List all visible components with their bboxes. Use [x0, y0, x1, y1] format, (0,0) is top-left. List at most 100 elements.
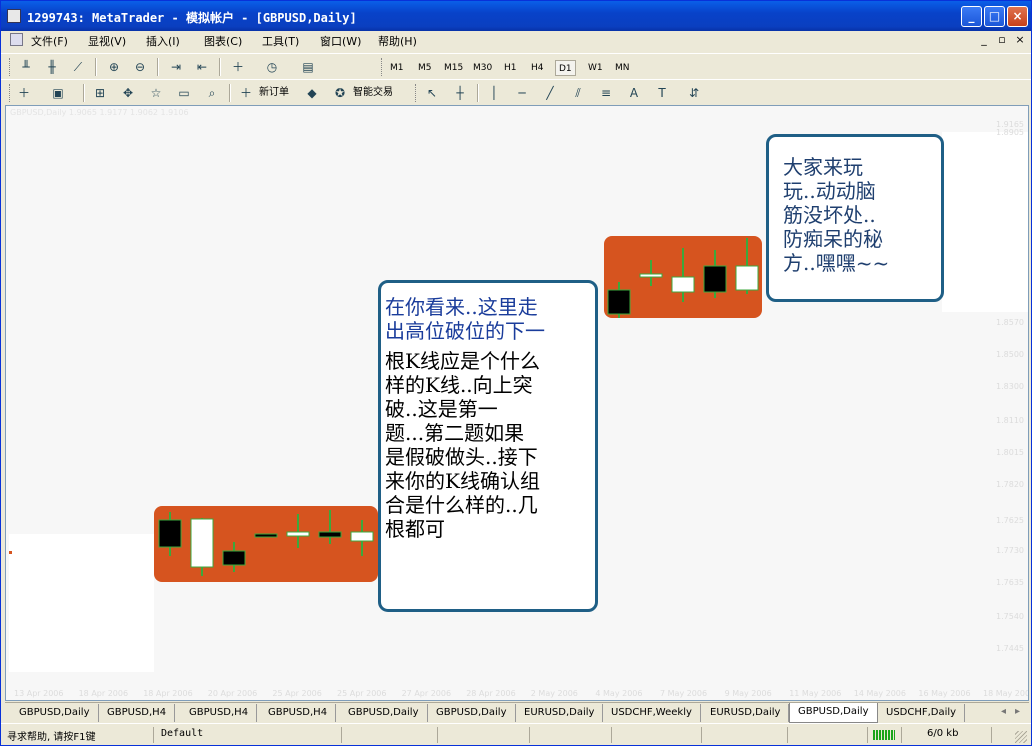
favorites-star-icon[interactable]: ☆ [147, 85, 165, 101]
date-label: 9 May 2006 [724, 689, 772, 698]
text-tool-icon[interactable]: A [625, 85, 643, 101]
menu-file[interactable]: 文件(F) [31, 33, 68, 49]
chart-tab[interactable]: EURUSD,Daily [516, 704, 604, 722]
date-label: 4 May 2006 [595, 689, 643, 698]
menu-insert[interactable]: 插入(I) [146, 33, 180, 49]
timeframe-m1[interactable]: M1 [387, 60, 407, 76]
expert-advisors-button[interactable]: 智能交易 [353, 86, 393, 100]
chart-tab[interactable]: GBPUSD,Daily [11, 704, 99, 722]
menu-window[interactable]: 窗口(W) [320, 33, 361, 49]
tab-scroll-left-icon[interactable]: ◂ [1001, 706, 1006, 717]
close-button[interactable]: × [1007, 6, 1028, 27]
chart-tab[interactable]: USDCHF,Weekly [603, 704, 701, 722]
status-bar: 寻求帮助, 请按F1键 Default 6/0 kb [1, 723, 1031, 745]
menu-tools[interactable]: 工具(T) [262, 33, 299, 49]
question-line-5: 破..这是第一 [385, 397, 498, 421]
label-tool-icon[interactable]: T [653, 85, 671, 101]
chart-tab[interactable]: USDCHF,Daily [878, 704, 966, 722]
cursor-icon[interactable]: ↖ [423, 85, 441, 101]
market-watch-icon[interactable]: ⊞ [91, 85, 109, 101]
fun-line-4: 防痴呆的秘 [783, 227, 883, 251]
mdi-restore-button[interactable]: ▫ [995, 33, 1009, 46]
periods-clock-icon[interactable]: ◷ [263, 59, 281, 75]
chart-canvas[interactable]: GBPUSD,Daily 1.9065 1.9177 1.9062 1.9106… [5, 105, 1029, 701]
chart-tab[interactable]: GBPUSD,Daily [428, 704, 516, 722]
indicators-icon[interactable]: ＋ [229, 59, 247, 75]
timeframe-m15[interactable]: M15 [441, 60, 466, 76]
horizontal-line-icon[interactable]: ─ [513, 85, 531, 101]
fun-line-5: 方..嘿嘿~~ [783, 251, 890, 275]
toolbar-grip[interactable] [9, 58, 12, 76]
vertical-line-icon[interactable]: │ [485, 85, 503, 101]
price-label: 1.7820 [996, 480, 1024, 489]
date-label: 20 Apr 2006 [207, 689, 258, 698]
status-help-text: 寻求帮助, 请按F1键 [7, 732, 96, 743]
candlestick-icon[interactable]: ╫ [43, 59, 61, 75]
question-line-8: 来你的K线确认组 [385, 469, 540, 493]
arrows-tool-icon[interactable]: ⇵ [685, 85, 703, 101]
profiles-icon[interactable]: ▣ [49, 85, 67, 101]
date-label: 18 Apr 2006 [78, 689, 129, 698]
chart-tab[interactable]: GBPUSD,Daily [789, 703, 878, 723]
chart-overlay-white-left [9, 534, 154, 672]
expert-advisor-icon[interactable]: ✪ [331, 85, 349, 101]
resize-grip-icon[interactable] [1015, 731, 1027, 743]
fibonacci-icon[interactable]: ≡ [597, 85, 615, 101]
new-chart-icon[interactable]: ＋ [15, 85, 33, 101]
price-label: 1.7730 [996, 546, 1024, 555]
date-label: 25 Apr 2006 [337, 689, 387, 698]
mdi-minimize-button[interactable]: _ [977, 33, 991, 46]
date-label: 11 May 2006 [789, 689, 842, 698]
timeframe-d1[interactable]: D1 [555, 60, 576, 76]
timeframe-h4[interactable]: H4 [528, 60, 547, 76]
chart-shift-icon[interactable]: ⇤ [193, 59, 211, 75]
zoom-out-icon[interactable]: ⊖ [131, 59, 149, 75]
chart-tab[interactable]: GBPUSD,H4 [181, 704, 258, 722]
crosshair-icon[interactable]: ┼ [451, 85, 469, 101]
candlestick-panel-left [154, 506, 378, 582]
question-line-1: 在你看来..这里走 [385, 295, 538, 319]
metaeditor-icon[interactable]: ◆ [303, 85, 321, 101]
date-label: 2 May 2006 [530, 689, 578, 698]
price-label: 1.7445 [996, 644, 1024, 653]
price-label: 1.8110 [996, 416, 1024, 425]
timeframe-w1[interactable]: W1 [585, 60, 606, 76]
new-order-button[interactable]: 新订单 [259, 86, 289, 100]
menu-help[interactable]: 帮助(H) [378, 33, 417, 49]
maximize-button[interactable]: □ [984, 6, 1005, 27]
mdi-close-button[interactable]: × [1013, 33, 1027, 46]
timeframe-mn[interactable]: MN [612, 60, 633, 76]
equidistant-channel-icon[interactable]: ⫽ [569, 85, 587, 101]
line-chart-icon[interactable]: ⟋ [69, 59, 87, 75]
document-icon [10, 33, 23, 46]
price-label: 1.8300 [996, 382, 1024, 391]
minimize-button[interactable]: _ [961, 6, 982, 27]
new-order-icon[interactable]: ＋ [237, 85, 255, 101]
tab-scroll-right-icon[interactable]: ▸ [1015, 706, 1020, 717]
menu-view[interactable]: 显视(V) [88, 33, 126, 49]
date-label: 25 Apr 2006 [272, 689, 322, 698]
bar-chart-icon[interactable]: ╨ [17, 59, 35, 75]
autoscroll-icon[interactable]: ⇥ [167, 59, 185, 75]
timeframe-m5[interactable]: M5 [415, 60, 435, 76]
chart-tab[interactable]: GBPUSD,Daily [340, 704, 428, 722]
question-line-6: 题...第二题如果 [385, 421, 525, 445]
navigator-icon[interactable]: ✥ [119, 85, 137, 101]
chart-tab[interactable]: EURUSD,Daily [702, 704, 790, 722]
strategy-tester-icon[interactable]: ⌕ [203, 85, 221, 101]
menu-charts[interactable]: 图表(C) [204, 33, 242, 49]
fun-line-3: 筋没坏处.. [783, 203, 876, 227]
timeframe-h1[interactable]: H1 [501, 60, 520, 76]
price-axis: 1.9165 1.8905 1.8570 1.8500 1.8300 1.8110 1.80… [988, 106, 1028, 686]
templates-icon[interactable]: ▤ [299, 59, 317, 75]
date-label: 27 Apr 2006 [401, 689, 452, 698]
terminal-icon[interactable]: ▭ [175, 85, 193, 101]
date-label: 28 Apr 2006 [466, 689, 516, 698]
app-icon [7, 9, 21, 23]
question-callout: 在你看来..这里走 出高位破位的下一 根K线应是个什么 样的K线..向上突 破.… [378, 280, 598, 612]
chart-tab[interactable]: GBPUSD,H4 [260, 704, 337, 722]
timeframe-m30[interactable]: M30 [470, 60, 495, 76]
zoom-in-icon[interactable]: ⊕ [105, 59, 123, 75]
chart-tab[interactable]: GBPUSD,H4 [99, 704, 176, 722]
trendline-icon[interactable]: ╱ [541, 85, 559, 101]
